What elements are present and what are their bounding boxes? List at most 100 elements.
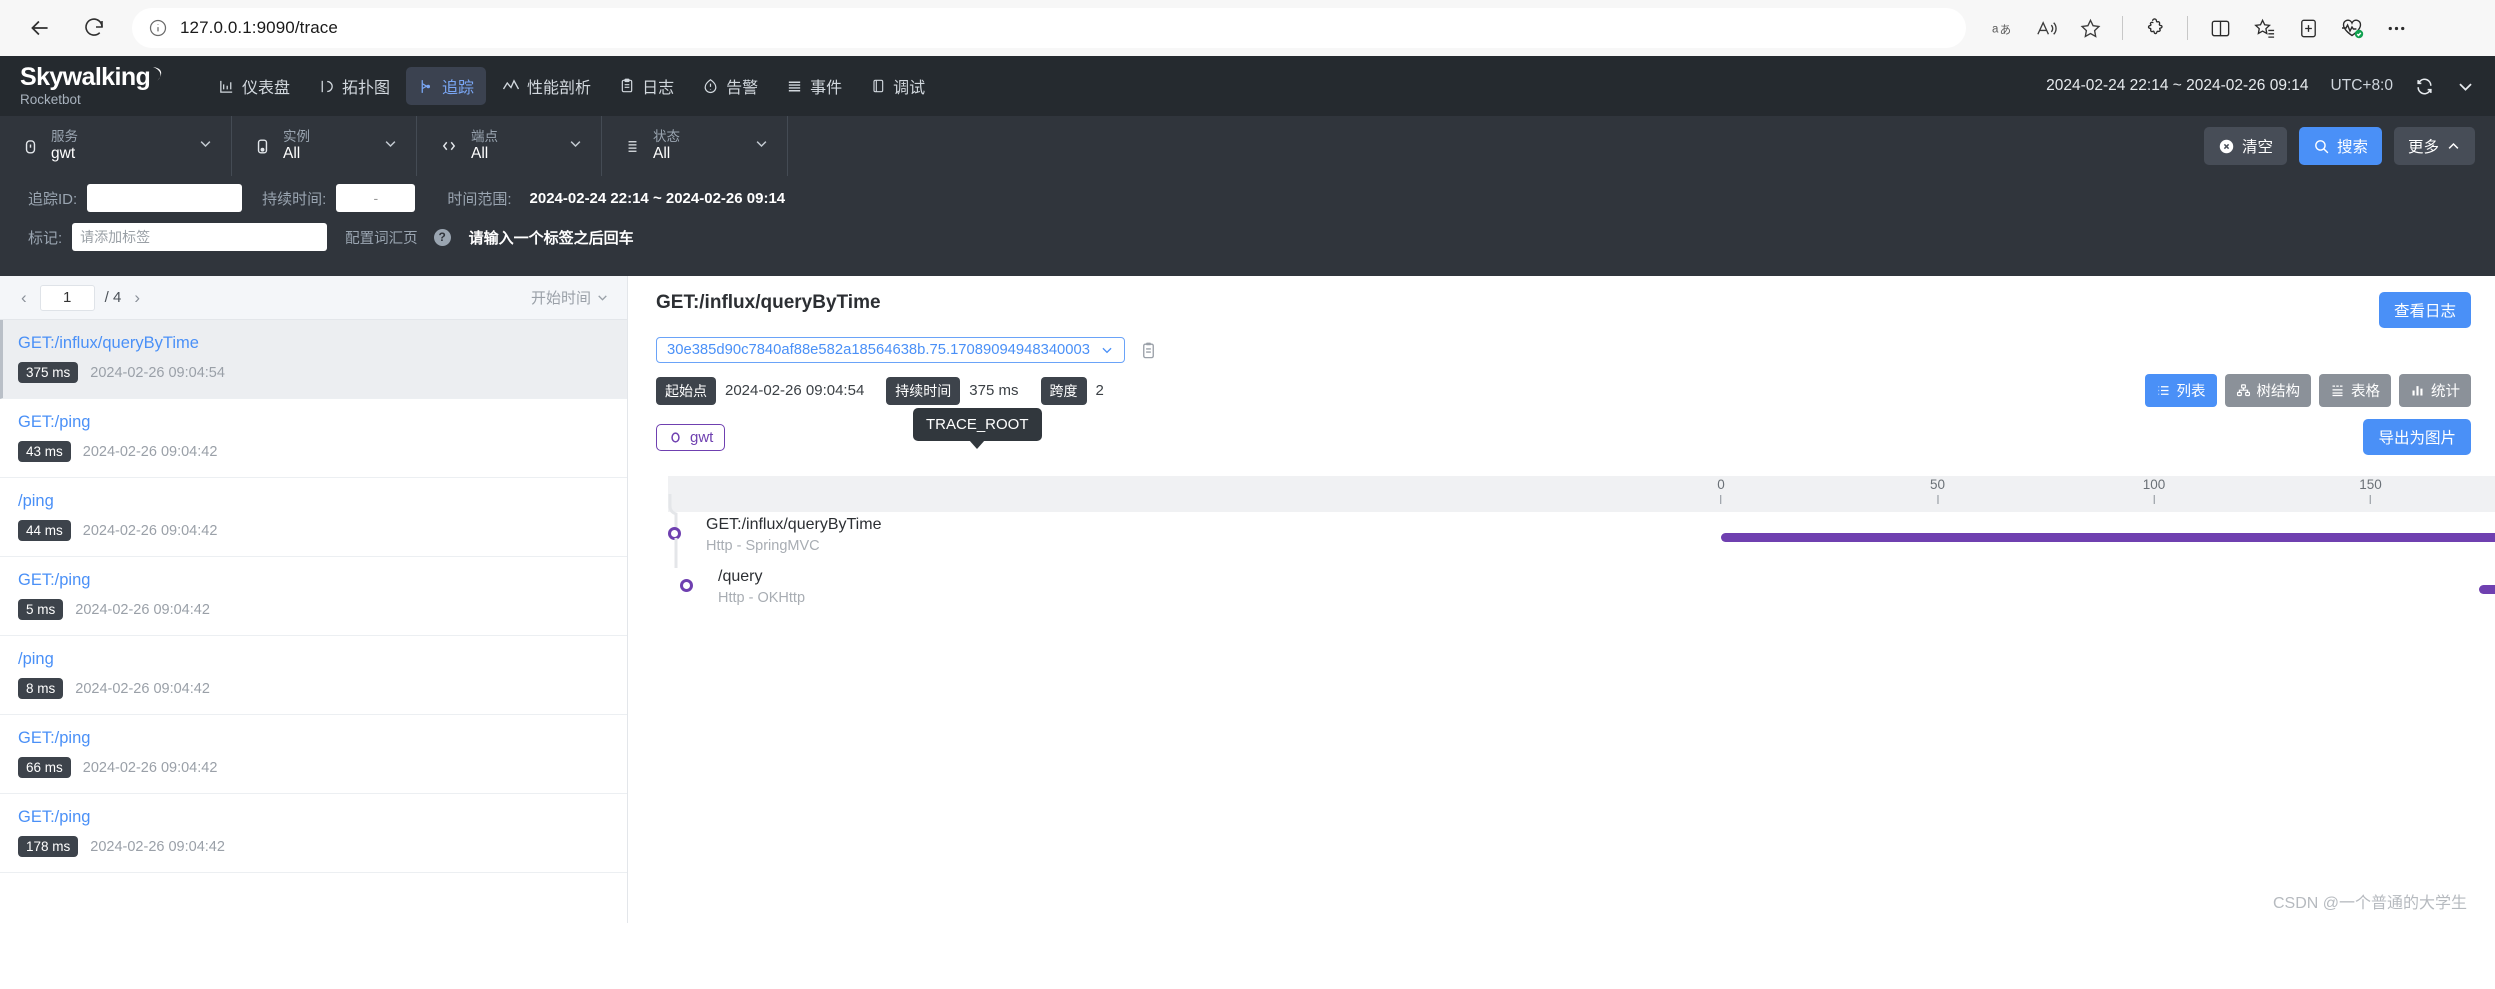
search-button[interactable]: 搜索 [2298,127,2382,165]
duration-label: 持续时间: [262,190,327,208]
next-page-button[interactable]: › [131,288,143,308]
ring-icon [671,431,680,443]
logo-swoosh-icon [153,67,162,82]
back-arrow-icon [31,20,48,36]
span-count-label: 跨度 [1040,376,1087,405]
nav-item-log[interactable]: 日志 [607,67,686,105]
trace-item-name: GET:/ping [18,808,91,826]
extensions-icon[interactable] [2135,8,2175,48]
tags-input[interactable] [72,223,328,251]
nav-item-event[interactable]: 事件 [774,67,854,105]
toolbar-divider [2122,16,2123,40]
timezone-display[interactable]: UTC+8:0 [2331,77,2393,95]
trace-list-item[interactable]: GET:/ping 66 ms 2024-02-26 09:04:42 [0,715,627,794]
trace-list-item[interactable]: GET:/ping 43 ms 2024-02-26 09:04:42 [0,399,627,478]
view-logs-button[interactable]: 查看日志 [2378,292,2471,328]
tab-table[interactable]: 表格 [2319,374,2391,407]
tab-tree[interactable]: 树结构 [2224,374,2311,407]
filter-instance-label: 实例 [283,129,310,145]
table-icon [2332,385,2343,397]
add-to-collection-icon[interactable] [2288,8,2328,48]
filter-actions: 清空 搜索 更多 [2203,116,2495,176]
nav-item-alarm[interactable]: 告警 [690,67,770,105]
traceid-label: 追踪ID: [28,190,78,208]
span-count-value: 2 [1095,382,1104,399]
nav-item-topology[interactable]: 拓扑图 [306,67,402,105]
trace-list-item[interactable]: /ping 8 ms 2024-02-26 09:04:42 [0,636,627,715]
span-bar[interactable] [1721,533,2495,542]
help-icon[interactable]: ? [433,228,451,246]
filter-instance[interactable]: 实例 All [232,116,417,176]
chevron-down-icon[interactable] [2456,77,2475,96]
trace-item-duration: 44 ms [18,520,71,541]
nav-label-log: 日志 [642,80,675,97]
translate-icon[interactable]: a あ [1982,8,2022,48]
duration-input[interactable] [336,184,416,212]
nav-item-trace[interactable]: 追踪 [406,67,487,105]
time-range-display[interactable]: 2024-02-24 22:14 ~ 2024-02-26 09:14 [2046,77,2308,95]
vocabulary-link[interactable]: 配置词汇页 [345,227,418,248]
span-bar[interactable] [2478,585,2495,594]
app-logo[interactable]: Skywalking Rocketbot [20,64,190,107]
trace-list-item[interactable]: GET:/influx/queryByTime 375 ms 2024-02-2… [0,320,627,399]
ruler-tick-label: 150 [2359,477,2382,492]
service-chip-label: gwt [690,428,714,446]
star-icon[interactable] [2070,8,2110,48]
filter-endpoint[interactable]: 端点 All [417,116,602,176]
chevron-down-icon [1102,347,1112,354]
reload-button[interactable] [72,6,116,50]
chevron-down-icon[interactable] [542,136,583,156]
trace-list-item[interactable]: GET:/ping 5 ms 2024-02-26 09:04:42 [0,557,627,636]
more-ellipsis-icon[interactable] [2376,8,2416,48]
prev-page-button[interactable]: ‹ [18,288,30,308]
nav-item-dashboard[interactable]: 仪表盘 [206,67,302,105]
trace-item-name: GET:/ping [18,571,91,589]
export-image-button[interactable]: 导出为图片 [2363,419,2471,455]
service-chip[interactable]: gwt [656,423,726,451]
tree-icon [2236,384,2250,397]
sort-selector[interactable]: 开始时间 [531,287,609,308]
chevron-down-icon[interactable] [728,136,769,156]
span-row[interactable]: /query Http - OKHttp [628,538,2495,616]
performance-heart-icon[interactable] [2332,8,2372,48]
collections-icon[interactable] [2244,8,2284,48]
more-button[interactable]: 更多 [2393,127,2475,165]
refresh-icon[interactable] [2415,77,2434,96]
page-number-input[interactable] [39,284,95,311]
trace-id-select[interactable]: 30e385d90c7840af88e582a18564638b.75.1708… [656,337,1125,363]
trace-item-time: 2024-02-26 09:04:42 [82,759,218,776]
filter-service[interactable]: 服务 gwt [0,116,232,176]
traceid-input[interactable] [87,184,243,212]
trace-list-item[interactable]: GET:/ping 178 ms 2024-02-26 09:04:42 [0,794,627,873]
chevron-down-icon[interactable] [357,136,398,156]
span-layer: Http - OKHttp [718,590,806,606]
tab-stats[interactable]: 统计 [2399,374,2471,407]
trace-item-duration: 375 ms [18,362,79,383]
tab-list[interactable]: 列表 [2144,374,2217,407]
ruler-tick-mark [1937,494,1938,504]
trace-detail-header: GET:/influx/queryByTime 查看日志 30e385d90c7… [628,276,2495,407]
chevron-down-icon[interactable] [172,136,213,156]
trace-list-panel: ‹ / 4 › 开始时间 GET:/influx/queryByTime 375… [0,276,628,923]
back-button[interactable] [18,6,62,50]
filter-status-label: 状态 [653,129,680,145]
filter-service-label: 服务 [51,129,78,145]
clear-button[interactable]: 清空 [2203,127,2287,165]
address-bar[interactable]: 127.0.0.1:9090/trace [132,8,1966,48]
trace-list-item[interactable]: /ping 44 ms 2024-02-26 09:04:42 [0,478,627,557]
read-aloud-icon[interactable] [2026,8,2066,48]
nav-item-profiling[interactable]: 性能剖析 [490,67,603,105]
nav-item-debug[interactable]: 调试 [858,67,937,105]
trace-item-name: /ping [18,650,54,668]
pagination-bar: ‹ / 4 › 开始时间 [0,276,627,320]
service-row: gwt 导出为图片 [628,407,2495,455]
clipboard-icon[interactable] [1139,341,1158,360]
trace-item-time: 2024-02-26 09:04:54 [90,364,225,381]
timerange-label: 时间范围: [447,190,512,208]
split-screen-icon[interactable] [2200,8,2240,48]
advanced-filters-row-2: 标记: 配置词汇页 ? 请输入一个标签之后回车 [28,223,2495,251]
filter-status[interactable]: 状态 All [602,116,788,176]
nav-label-debug: 调试 [893,80,926,97]
tab-stats-label: 统计 [2431,384,2460,400]
trace-detail-panel: GET:/influx/queryByTime 查看日志 30e385d90c7… [628,276,2495,923]
